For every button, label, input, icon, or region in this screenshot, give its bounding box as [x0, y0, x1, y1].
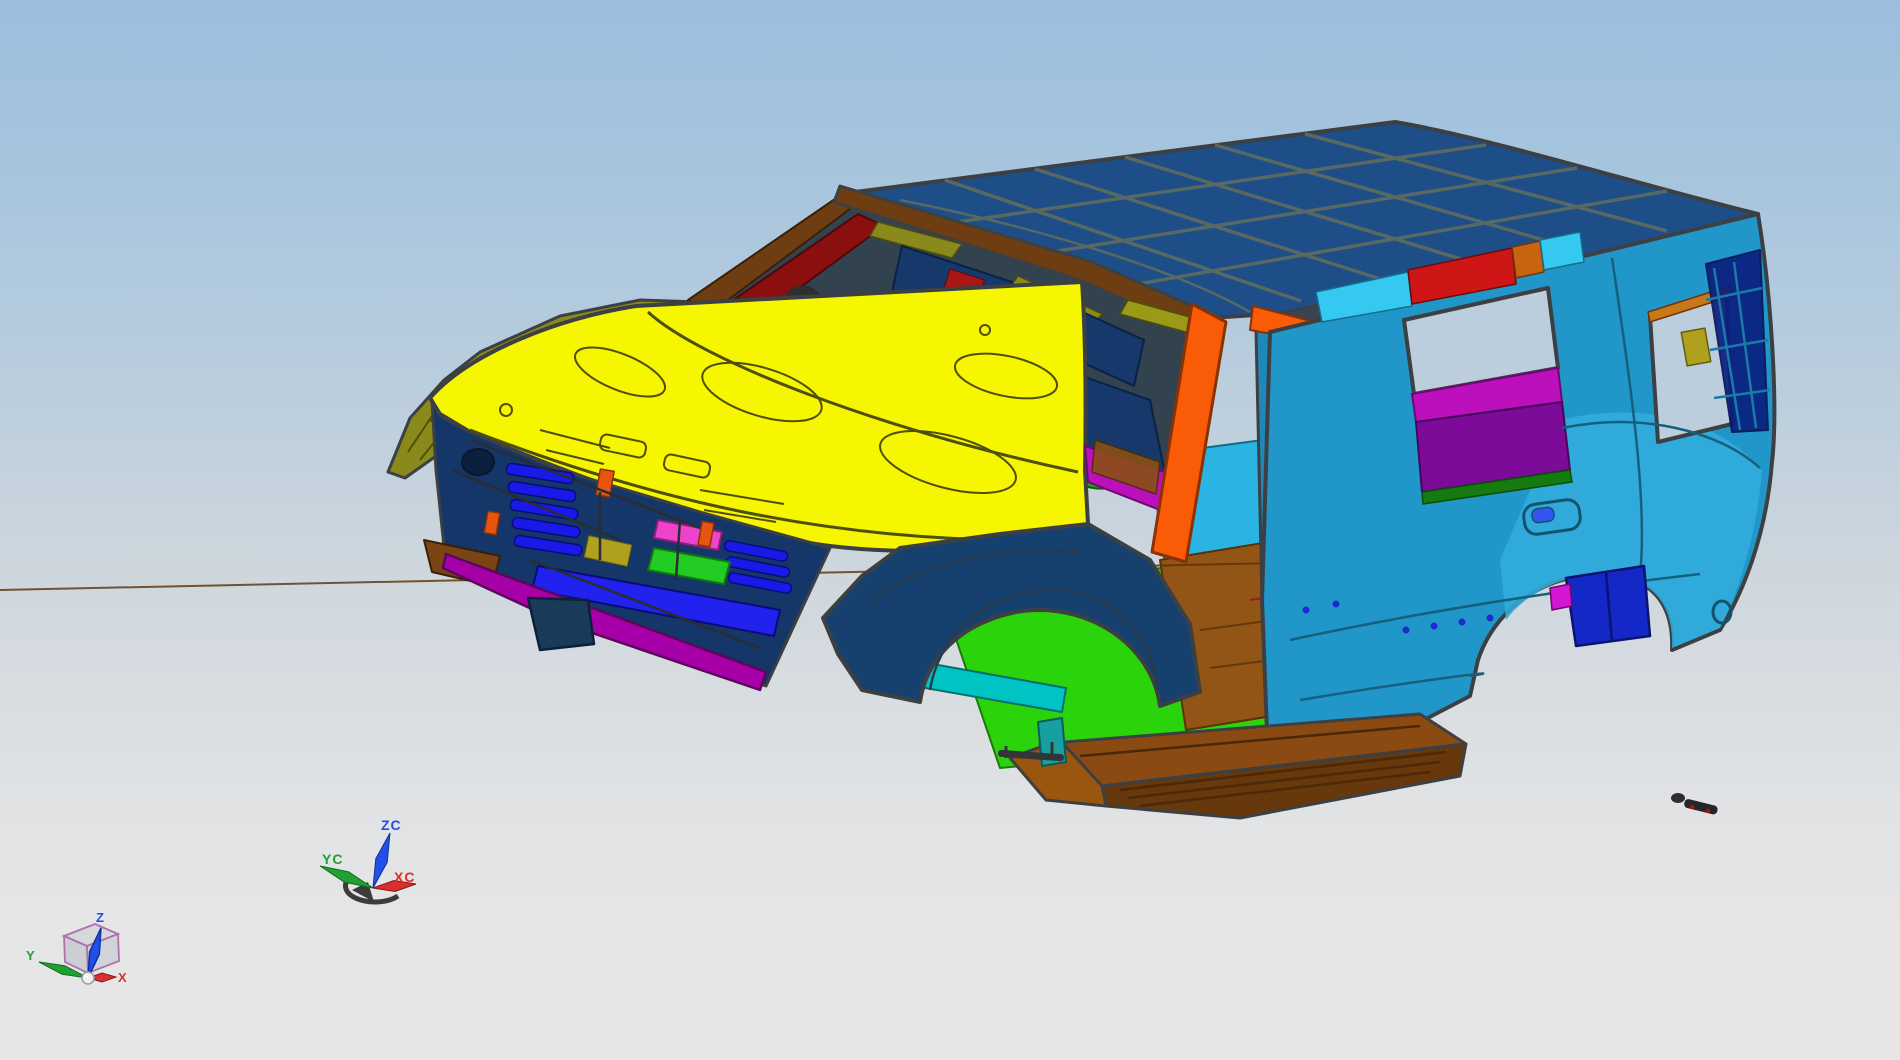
viewport-canvas[interactable]: ZC YC XC Z Y X — [0, 0, 1900, 1060]
wcs-y-label: YC — [322, 851, 343, 867]
rear-body-side[interactable] — [1260, 212, 1777, 760]
loose-bracket-parts[interactable] — [1671, 793, 1718, 815]
abs-triad[interactable]: Z Y X — [26, 910, 127, 985]
abs-z-label: Z — [96, 910, 104, 925]
rear-wheelhouse-inner[interactable] — [1549, 564, 1652, 648]
abs-x-label: X — [118, 970, 127, 985]
abs-origin-sphere-glint — [84, 974, 88, 978]
abs-origin-sphere[interactable] — [81, 971, 95, 985]
cantrail-orange-bit[interactable] — [1511, 240, 1545, 279]
quarter-window-bracket-olive[interactable] — [1680, 327, 1712, 367]
wcs-z-axis[interactable] — [372, 832, 391, 889]
wcs-z-label: ZC — [381, 817, 402, 833]
abs-y-label: Y — [26, 948, 35, 963]
car-body-model[interactable] — [0, 120, 1777, 820]
tow-bracket-navy[interactable] — [526, 596, 596, 652]
rear-door-window[interactable] — [1402, 286, 1573, 505]
wcs-x-label: XC — [394, 869, 415, 885]
wcs-triad[interactable]: ZC YC XC — [319, 817, 417, 905]
wheelhouse-magenta-bit[interactable] — [1549, 583, 1573, 611]
headlamp-opening[interactable] — [461, 448, 495, 476]
